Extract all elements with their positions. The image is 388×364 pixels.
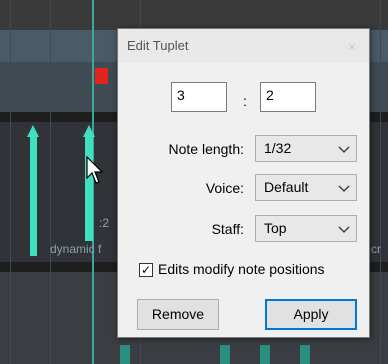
close-button[interactable]: × <box>343 38 361 56</box>
note-stem-tip <box>27 125 39 137</box>
chevron-down-icon <box>338 226 350 233</box>
grid-line <box>380 0 381 364</box>
note-block[interactable] <box>260 345 270 364</box>
note-length-select[interactable]: 1/32 <box>255 135 357 162</box>
voice-label: Voice: <box>205 180 244 196</box>
tuplet-label: :2 <box>99 216 110 230</box>
lane-text: dynamic f <box>50 242 102 256</box>
lane-text-right: cr <box>371 242 381 256</box>
note-block[interactable] <box>300 345 310 364</box>
note-block[interactable] <box>220 345 230 364</box>
edit-tuplet-dialog: Edit Tuplet × 3 : 2 Note length: 1/32 Vo… <box>117 28 370 338</box>
selection-marker[interactable] <box>95 68 108 84</box>
note-block[interactable] <box>120 345 130 364</box>
apply-button[interactable]: Apply <box>265 299 357 330</box>
ruler-band <box>0 0 388 31</box>
staff-label: Staff: <box>211 221 244 237</box>
note-length-label: Note length: <box>168 141 245 157</box>
chevron-down-icon <box>338 146 350 153</box>
grid-line <box>50 0 51 364</box>
remove-button[interactable]: Remove <box>137 299 219 330</box>
edits-modify-positions-checkbox[interactable]: ✓ <box>139 263 153 277</box>
dialog-titlebar[interactable]: Edit Tuplet × <box>118 29 369 63</box>
staff-value: Top <box>264 220 287 236</box>
tuplet-numerator-input[interactable]: 3 <box>171 82 227 112</box>
dialog-title: Edit Tuplet <box>127 38 189 53</box>
ratio-separator: : <box>243 93 247 109</box>
note-stem[interactable] <box>30 136 37 256</box>
edits-modify-positions-label[interactable]: Edits modify note positions <box>158 261 325 277</box>
grid-line <box>10 0 11 364</box>
staff-select[interactable]: Top <box>255 215 357 242</box>
note-stem-tip <box>83 125 95 137</box>
note-length-value: 1/32 <box>264 140 292 156</box>
note-stem[interactable] <box>85 136 93 241</box>
voice-select[interactable]: Default <box>255 174 357 201</box>
voice-value: Default <box>264 179 309 195</box>
tuplet-denominator-input[interactable]: 2 <box>260 82 316 112</box>
chevron-down-icon <box>338 185 350 192</box>
mouse-pointer-icon <box>86 156 104 184</box>
